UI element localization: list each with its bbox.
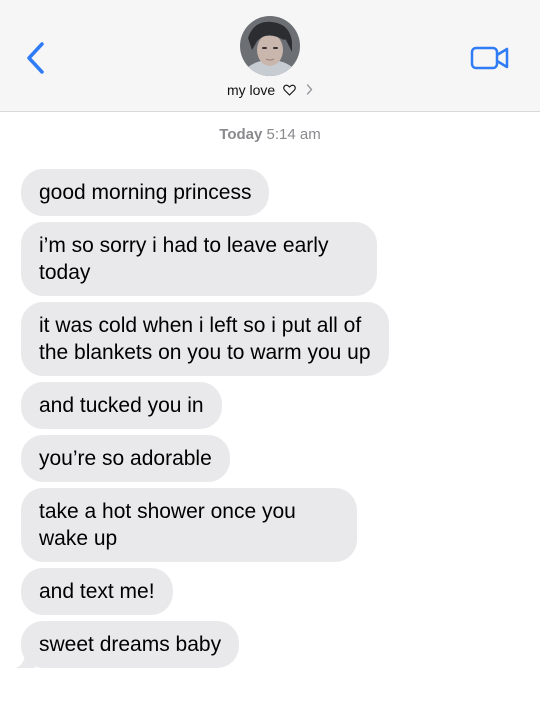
chevron-right-icon: [306, 82, 313, 98]
message-bubble[interactable]: i’m so sorry i had to leave early today: [21, 222, 377, 296]
message-bubble[interactable]: it was cold when i left so i put all of …: [21, 302, 389, 376]
message-text: good morning princess: [39, 181, 252, 204]
message-bubble[interactable]: good morning princess: [21, 169, 270, 216]
bubble-tail-icon: [15, 656, 35, 668]
message-bubble[interactable]: sweet dreams baby: [15, 621, 240, 668]
message-text: sweet dreams baby: [39, 633, 222, 656]
video-camera-icon: [470, 46, 509, 70]
message-text: take a hot shower once you wake up: [39, 500, 296, 550]
message-bubble[interactable]: and text me!: [21, 568, 173, 615]
back-button[interactable]: [22, 40, 50, 76]
chevron-left-icon: [27, 42, 44, 74]
message-text: and text me!: [39, 580, 155, 603]
heart-outline-icon: [283, 83, 296, 99]
contact-name: my love: [226, 82, 276, 98]
message-thread: good morning princess i’m so sorry i had…: [15, 169, 521, 674]
message-timestamp: Today 5:14 am: [0, 126, 540, 143]
avatar-image: [240, 16, 300, 76]
contact-name-button[interactable]: my love: [0, 82, 540, 99]
video-call-button[interactable]: [470, 44, 510, 72]
message-bubble[interactable]: you’re so adorable: [21, 435, 230, 482]
timestamp-time: 5:14 am: [266, 126, 321, 143]
conversation-header: my love: [0, 0, 540, 112]
message-bubble[interactable]: and tucked you in: [21, 382, 222, 429]
message-text: and tucked you in: [39, 394, 204, 417]
message-text: i’m so sorry i had to leave early today: [39, 234, 329, 284]
message-text: you’re so adorable: [39, 447, 212, 470]
message-text: it was cold when i left so i put all of …: [39, 314, 371, 364]
message-bubble[interactable]: take a hot shower once you wake up: [21, 488, 357, 562]
timestamp-day: Today: [219, 126, 263, 143]
avatar[interactable]: [240, 16, 300, 76]
